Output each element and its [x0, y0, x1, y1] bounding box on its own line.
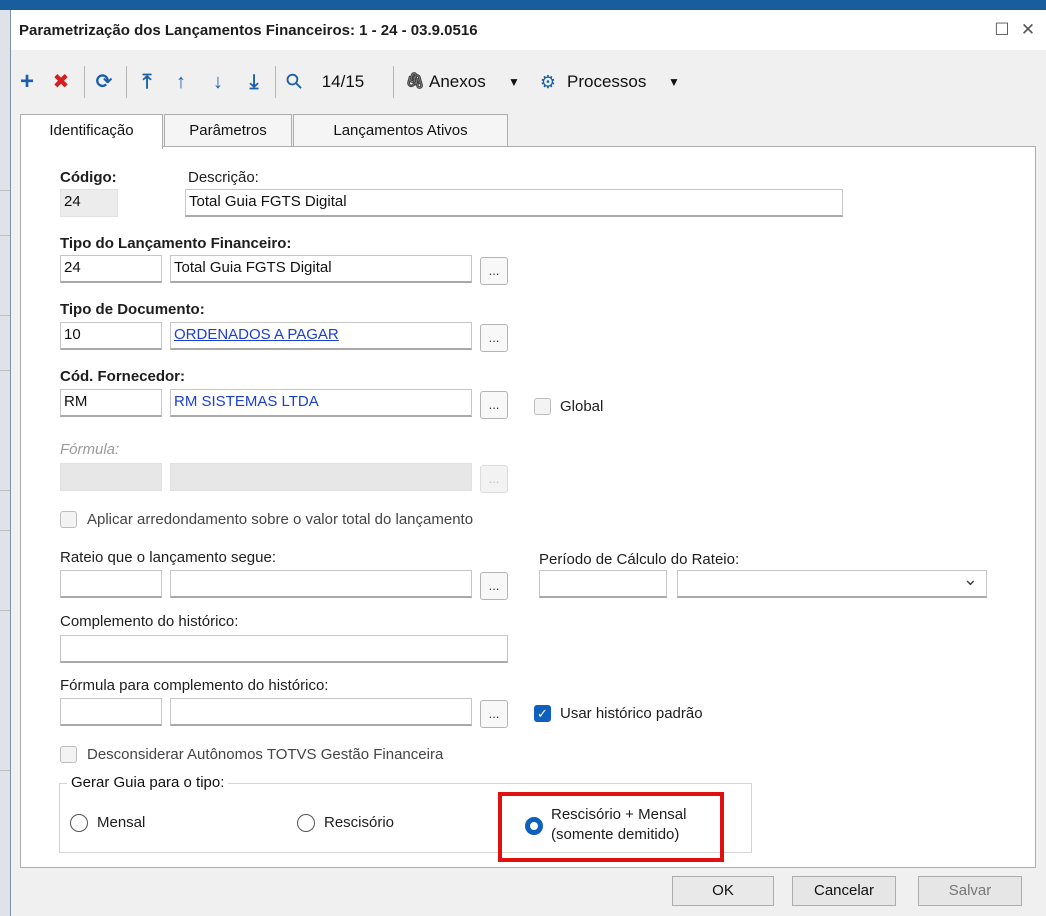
dialog-window: Parametrização dos Lançamentos Financeir… [10, 10, 1046, 916]
periodo-rateio-label: Período de Cálculo do Rateio: [539, 551, 740, 568]
title-bar: Parametrização dos Lançamentos Financeir… [11, 10, 1046, 50]
add-icon[interactable]: + [15, 68, 39, 96]
tipo-documento-lookup-button[interactable]: ... [480, 324, 508, 352]
chevron-down-icon: ⌄ [962, 570, 978, 589]
desconsiderar-checkbox[interactable] [60, 746, 77, 763]
fornecedor-lookup-button[interactable]: ... [480, 391, 508, 419]
desktop-background [0, 0, 1046, 10]
processos-dropdown-icon[interactable]: ▼ [667, 68, 681, 96]
tipo-lancamento-code-field[interactable]: 24 [60, 255, 162, 283]
maximize-icon[interactable]: ☐ [990, 18, 1014, 42]
close-icon[interactable]: ✕ [1016, 18, 1040, 42]
codigo-label: Código: [60, 169, 117, 186]
tab-identificacao[interactable]: Identificação [20, 114, 163, 149]
previous-record-icon[interactable]: ↑ [169, 68, 193, 96]
codigo-field: 24 [60, 189, 118, 217]
search-icon[interactable]: ⚲ [277, 64, 314, 101]
toolbar-separator [393, 66, 394, 98]
ok-button[interactable]: OK [672, 876, 774, 906]
fornecedor-label: Cód. Fornecedor: [60, 368, 186, 385]
tipo-documento-desc-link[interactable]: ORDENADOS A PAGAR [170, 322, 472, 350]
gerar-guia-title: Gerar Guia para o tipo: [67, 774, 229, 791]
window-title: Parametrização dos Lançamentos Financeir… [19, 21, 478, 39]
background-app-edge [0, 10, 10, 916]
rateio-desc-field [170, 570, 472, 598]
salvar-button[interactable]: Salvar [918, 876, 1022, 906]
arredondamento-label: Aplicar arredondamento sobre o valor tot… [87, 511, 474, 528]
cancelar-button[interactable]: Cancelar [792, 876, 896, 906]
rateio-lookup-button[interactable]: ... [480, 572, 508, 600]
radio-rescisorio-label: Rescisório [324, 814, 395, 831]
record-position: 14/15 [321, 72, 365, 91]
descricao-field[interactable]: Total Guia FGTS Digital [185, 189, 843, 217]
paperclip-icon[interactable]: 🖇 [405, 68, 425, 96]
tipo-lancamento-label: Tipo do Lançamento Financeiro: [60, 235, 292, 252]
radio-rescisorio-mensal-label-line1: Rescisório + Mensal [551, 806, 687, 823]
next-record-icon[interactable]: ↓ [206, 68, 230, 96]
formula-label: Fórmula: [60, 441, 120, 458]
tab-lancamentos-ativos[interactable]: Lançamentos Ativos [293, 114, 508, 147]
rateio-code-field[interactable] [60, 570, 162, 598]
toolbar-separator [275, 66, 276, 98]
gear-icon[interactable]: ⚙ [537, 68, 559, 96]
radio-mensal[interactable] [70, 814, 88, 832]
processos-button[interactable]: Processos [567, 68, 663, 96]
first-record-icon[interactable]: ⤒ [135, 68, 159, 96]
tab-parametros[interactable]: Parâmetros [164, 114, 292, 147]
global-label: Global [560, 398, 604, 415]
tipo-lancamento-lookup-button[interactable]: ... [480, 257, 508, 285]
formula-lookup-button: ... [480, 465, 508, 493]
formula-complemento-label: Fórmula para complemento do histórico: [60, 677, 329, 694]
refresh-icon[interactable]: ⟳ [91, 68, 117, 96]
desconsiderar-label: Desconsiderar Autônomos TOTVS Gestão Fin… [87, 746, 444, 763]
descricao-label: Descrição: [188, 169, 259, 186]
arredondamento-checkbox[interactable] [60, 511, 77, 528]
tab-panel-identificacao: Código: Descrição: 24 Total Guia FGTS Di… [20, 146, 1036, 868]
formula-complemento-desc-field [170, 698, 472, 726]
formula-complemento-code-field[interactable] [60, 698, 162, 726]
fornecedor-desc-field: RM SISTEMAS LTDA [170, 389, 472, 417]
radio-rescisorio-mensal-label-line2: (somente demitido) [551, 826, 680, 843]
global-checkbox[interactable] [534, 398, 551, 415]
formula-desc-field [170, 463, 472, 491]
radio-rescisorio-mensal[interactable] [525, 817, 543, 835]
periodo-rateio-code-field[interactable] [539, 570, 667, 598]
anexos-dropdown-icon[interactable]: ▼ [507, 68, 521, 96]
tipo-documento-code-field[interactable]: 10 [60, 322, 162, 350]
tipo-documento-label: Tipo de Documento: [60, 301, 205, 318]
radio-rescisorio[interactable] [297, 814, 315, 832]
tipo-lancamento-desc-field: Total Guia FGTS Digital [170, 255, 472, 283]
complemento-field[interactable] [60, 635, 508, 663]
radio-mensal-label: Mensal [97, 814, 146, 831]
toolbar: + ✖ ⟳ ⤒ ↑ ↓ ⤓ ⚲ 14/15 🖇 Anexos ▼ ⚙ Proce… [11, 58, 1046, 106]
usar-historico-label: Usar histórico padrão [560, 705, 703, 722]
complemento-label: Complemento do histórico: [60, 613, 239, 630]
toolbar-separator [84, 66, 85, 98]
anexos-button[interactable]: Anexos [429, 68, 499, 96]
rateio-label: Rateio que o lançamento segue: [60, 549, 276, 566]
toolbar-separator [126, 66, 127, 98]
formula-complemento-lookup-button[interactable]: ... [480, 700, 508, 728]
periodo-rateio-select[interactable]: ⌄ [677, 570, 987, 598]
usar-historico-checkbox[interactable]: ✓ [534, 705, 551, 722]
formula-code-field [60, 463, 162, 491]
last-record-icon[interactable]: ⤓ [242, 68, 266, 96]
delete-icon[interactable]: ✖ [49, 68, 73, 96]
fornecedor-code-field[interactable]: RM [60, 389, 162, 417]
